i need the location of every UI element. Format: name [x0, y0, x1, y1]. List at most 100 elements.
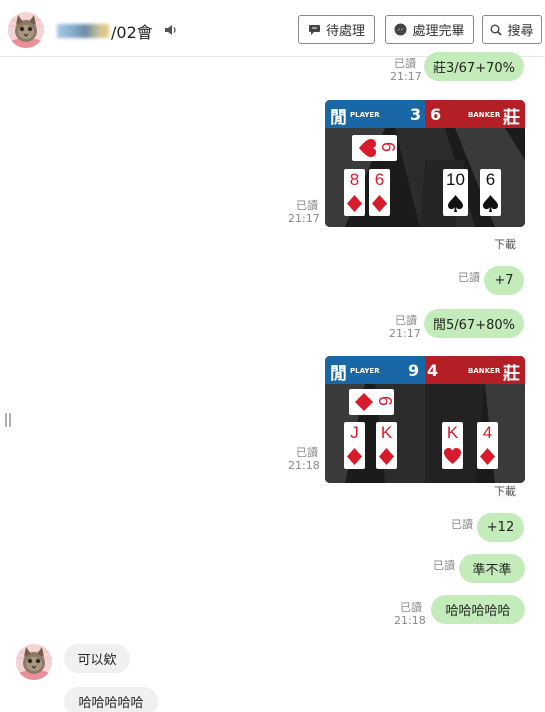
banker-card: 6 — [480, 169, 501, 216]
player-kanji: 閒 — [330, 364, 347, 384]
card-rank: 8 — [349, 170, 360, 189]
card-rank: 6 — [377, 141, 398, 153]
search-label: 搜尋 — [507, 24, 534, 39]
player-card: 8 — [344, 169, 365, 216]
search-button[interactable]: 搜尋 — [482, 15, 542, 44]
diamond-icon — [347, 195, 362, 212]
diamond-icon — [372, 195, 387, 212]
banker-card: K — [442, 422, 463, 469]
outgoing-message[interactable]: +12 — [477, 513, 524, 542]
banker-kanji: 莊 — [503, 364, 520, 384]
diamond-icon — [347, 448, 362, 465]
chat-window: /02會 待處理 處理完畢 搜尋 已讀 21:17 莊3/67+70% 已讀 2… — [0, 0, 545, 712]
player-kanji: 閒 — [330, 108, 347, 128]
pending-button[interactable]: 待處理 — [298, 15, 375, 44]
player-card: J — [344, 422, 365, 469]
banker-card: 10 — [443, 169, 468, 216]
message-text: 哈哈哈哈哈 — [445, 604, 511, 619]
pending-label: 待處理 — [325, 24, 365, 39]
diamond-icon — [480, 448, 495, 465]
player-score: 3 — [410, 105, 422, 124]
card-rank: 6 — [374, 170, 385, 189]
diamond-icon — [355, 393, 373, 411]
outgoing-message[interactable]: 莊3/67+70% — [424, 52, 524, 81]
message-text: 哈哈哈哈哈 — [78, 696, 144, 711]
heart-icon — [359, 139, 376, 157]
banker-score: 4 — [427, 361, 439, 380]
banker-label: BANKER — [468, 111, 501, 119]
card-rank: K — [446, 423, 459, 442]
chat-title: /02會 — [57, 19, 153, 43]
read-status: 已讀 — [458, 271, 480, 284]
search-icon — [490, 24, 503, 36]
incoming-message[interactable]: 哈哈哈哈哈 — [64, 687, 158, 712]
message-text: 莊3/67+70% — [433, 61, 515, 76]
player-card: K — [376, 422, 397, 469]
side-card: 6 — [349, 389, 395, 415]
incoming-message[interactable]: 可以欸 — [64, 644, 130, 673]
player-card: 6 — [369, 169, 390, 216]
banker-kanji: 莊 — [503, 108, 520, 128]
outgoing-message[interactable]: +7 — [484, 266, 524, 295]
message-text: +7 — [494, 273, 514, 288]
download-link[interactable]: 下載 — [494, 483, 516, 499]
read-receipt: 已讀 21:17 — [389, 314, 421, 340]
speaker-icon[interactable] — [164, 22, 178, 41]
card-rank: 6 — [374, 395, 395, 407]
messenger-icon — [394, 23, 407, 36]
read-status: 已讀 — [395, 314, 417, 327]
panel-resize-handle[interactable] — [5, 413, 12, 427]
download-link[interactable]: 下載 — [494, 236, 516, 252]
player-score-bar: 閒 PLAYER 9 — [325, 356, 425, 384]
banker-score-bar: 4 BANKER 莊 — [425, 356, 525, 384]
banker-score: 6 — [430, 105, 442, 124]
outgoing-message[interactable]: 準不準 — [459, 554, 525, 583]
read-status: 已讀 — [296, 446, 318, 459]
chat-header: /02會 待處理 處理完畢 搜尋 — [0, 0, 545, 57]
card-rank: 10 — [446, 170, 465, 189]
read-receipt: 已讀 21:17 — [390, 57, 422, 83]
baccarat-result-image[interactable]: 閒 PLAYER 9 4 BANKER 莊 6 J K K 4 — [325, 356, 525, 483]
speech-bubble-icon — [308, 23, 321, 36]
diamond-icon — [379, 448, 394, 465]
player-score-bar: 閒 PLAYER 3 — [325, 100, 425, 128]
contact-avatar[interactable] — [8, 12, 44, 48]
message-time: 21:18 — [288, 459, 320, 472]
player-label: PLAYER — [350, 367, 380, 375]
banker-card: 4 — [477, 422, 498, 469]
message-time: 21:17 — [390, 70, 422, 83]
player-score: 9 — [408, 361, 420, 380]
read-status: 已讀 — [433, 559, 455, 572]
read-receipt: 已讀 — [447, 518, 473, 531]
read-status: 已讀 — [400, 601, 422, 614]
banker-label: BANKER — [468, 367, 501, 375]
side-card: 6 — [352, 135, 398, 161]
baccarat-result-image[interactable]: 閒 PLAYER 3 6 BANKER 莊 6 8 6 10 6 — [325, 100, 525, 227]
message-text: 閒5/67+80% — [433, 318, 515, 333]
heart-icon — [444, 448, 461, 464]
message-text: 可以欸 — [77, 653, 117, 668]
read-status: 已讀 — [296, 199, 318, 212]
read-receipt: 已讀 — [454, 271, 480, 284]
message-text: +12 — [486, 520, 515, 535]
card-rank: 6 — [485, 170, 496, 189]
message-time: 21:17 — [288, 212, 320, 225]
redacted-name — [57, 24, 109, 38]
banker-score-bar: 6 BANKER 莊 — [425, 100, 525, 128]
card-rank: 4 — [482, 423, 493, 442]
done-button[interactable]: 處理完畢 — [385, 15, 474, 44]
outgoing-message[interactable]: 哈哈哈哈哈 — [431, 595, 525, 624]
read-receipt: 已讀 21:18 — [288, 446, 320, 472]
read-receipt: 已讀 21:17 — [288, 199, 320, 225]
chat-title-text: /02會 — [111, 23, 153, 42]
player-label: PLAYER — [350, 111, 380, 119]
message-time: 21:17 — [389, 327, 421, 340]
done-label: 處理完畢 — [412, 24, 465, 39]
read-status: 已讀 — [451, 518, 473, 531]
read-receipt: 已讀 21:18 — [394, 601, 426, 627]
sender-avatar[interactable] — [16, 644, 52, 680]
spade-icon — [483, 195, 498, 212]
card-rank: J — [350, 423, 359, 442]
read-receipt: 已讀 — [429, 559, 455, 572]
outgoing-message[interactable]: 閒5/67+80% — [424, 309, 524, 338]
